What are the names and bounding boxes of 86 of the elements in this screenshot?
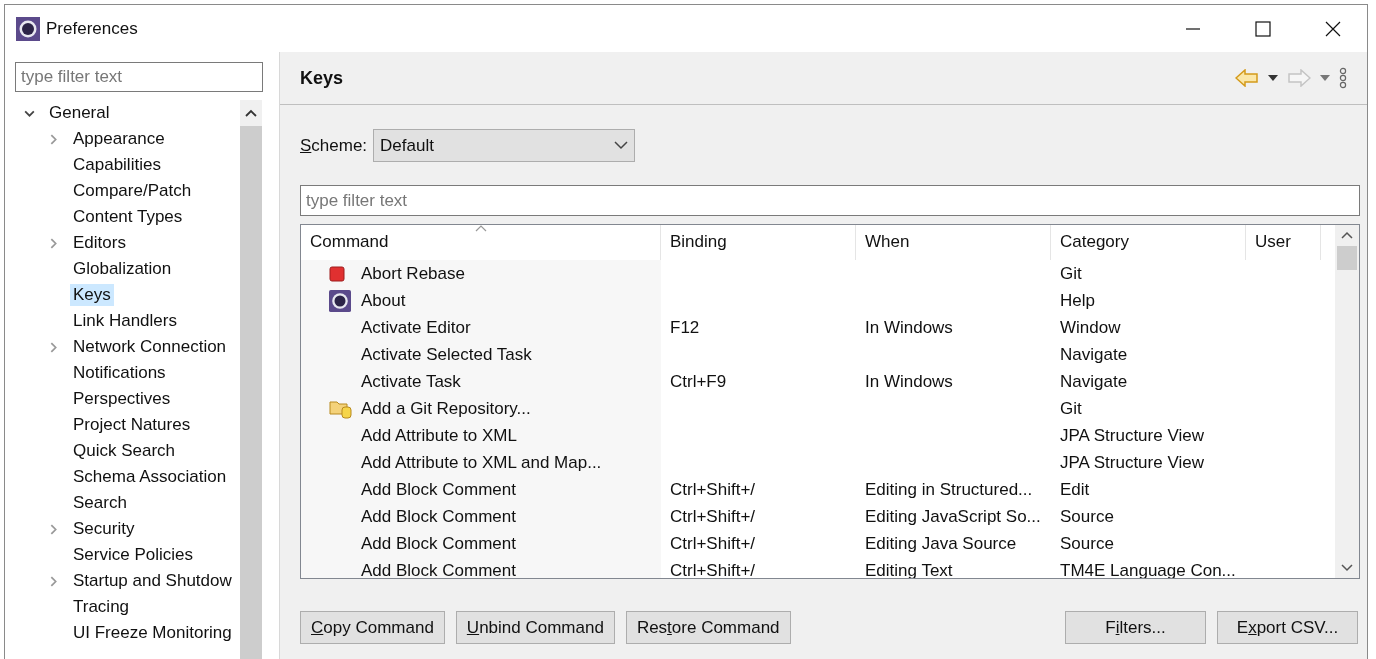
tree-item[interactable]: Project Natures bbox=[70, 414, 194, 436]
command-button[interactable]: Restore Command bbox=[625, 611, 791, 644]
scrollbar[interactable] bbox=[1335, 225, 1359, 578]
filter-field[interactable]: type filter text bbox=[300, 185, 1360, 216]
table-cell: JPA Structure View bbox=[1060, 452, 1204, 473]
table-cell: Add a Git Repository... bbox=[361, 398, 531, 419]
table-cell: Ctrl+Shift+/ bbox=[670, 533, 756, 554]
column-header[interactable]: User bbox=[1246, 225, 1321, 260]
tree-item[interactable]: Link Handlers bbox=[70, 310, 180, 332]
tree-item[interactable]: Network Connection bbox=[70, 336, 230, 358]
scroll-thumb[interactable] bbox=[1337, 246, 1357, 270]
tree-item[interactable]: General bbox=[46, 102, 113, 124]
table-cell: Ctrl+F9 bbox=[670, 371, 727, 392]
table-cell: Add Block Comment bbox=[361, 479, 516, 500]
maximize-icon[interactable] bbox=[1255, 20, 1271, 37]
tree-item[interactable]: UI Freeze Monitoring bbox=[70, 622, 235, 644]
command-button[interactable]: Unbind Command bbox=[455, 611, 615, 644]
tree-item[interactable]: Editors bbox=[70, 232, 129, 254]
stop-icon bbox=[329, 265, 345, 282]
tree-item[interactable]: Search bbox=[70, 492, 130, 514]
table-cell: Edit bbox=[1060, 479, 1090, 500]
command-button[interactable]: Copy Command bbox=[300, 611, 445, 644]
table-cell: Editing in Structured... bbox=[865, 479, 1033, 500]
table-cell: Ctrl+Shift+/ bbox=[670, 479, 756, 500]
table-cell: Source bbox=[1060, 533, 1114, 554]
table-cell: F12 bbox=[670, 317, 700, 338]
tree-item[interactable]: Schema Association bbox=[70, 466, 230, 488]
table-cell: JPA Structure View bbox=[1060, 425, 1204, 446]
tree-item[interactable]: Compare/Patch bbox=[70, 180, 195, 202]
dropdown-caret-icon[interactable] bbox=[1267, 74, 1279, 82]
table-cell: Source bbox=[1060, 506, 1114, 527]
scroll-up-icon[interactable] bbox=[240, 100, 262, 126]
app-icon bbox=[16, 16, 40, 41]
table-cell: About bbox=[361, 290, 406, 311]
table-cell: Window bbox=[1060, 317, 1121, 338]
table-cell: Ctrl+Shift+/ bbox=[670, 506, 756, 527]
table-cell: In Windows bbox=[865, 317, 953, 338]
tree-item[interactable]: Notifications bbox=[70, 362, 169, 384]
table-cell: Editing JavaScript So... bbox=[865, 506, 1041, 527]
tree-item[interactable]: Content Types bbox=[70, 206, 186, 228]
tree-item[interactable]: Startup and Shutdow bbox=[70, 570, 235, 592]
tree-item[interactable]: Tracing bbox=[70, 596, 133, 618]
action-button[interactable]: Export CSV... bbox=[1217, 611, 1358, 644]
close-icon[interactable] bbox=[1325, 20, 1341, 37]
table-cell: Editing Java Source bbox=[865, 533, 1017, 554]
tree-item[interactable]: Capabilities bbox=[70, 154, 164, 176]
table-cell: Add Attribute to XML and Map... bbox=[361, 452, 602, 473]
back-arrow-icon[interactable] bbox=[1235, 69, 1259, 87]
table-cell: Activate Editor bbox=[361, 317, 471, 338]
table-cell: Add Attribute to XML bbox=[361, 425, 517, 446]
action-button[interactable]: Filters... bbox=[1065, 611, 1206, 644]
table-cell: Git bbox=[1060, 398, 1082, 419]
app-icon bbox=[329, 289, 351, 312]
scheme-dropdown[interactable]: Default bbox=[373, 129, 636, 162]
tree-item[interactable]: Security bbox=[70, 518, 138, 540]
view-menu-icon[interactable] bbox=[1339, 67, 1347, 89]
window-title: Preferences bbox=[46, 18, 138, 39]
scroll-down-icon[interactable] bbox=[1341, 564, 1353, 572]
scheme-label: Scheme: bbox=[300, 135, 368, 156]
scroll-up-icon[interactable] bbox=[1341, 231, 1353, 239]
table-cell: Activate Selected Task bbox=[361, 344, 532, 365]
table-cell: Add Block Comment bbox=[361, 533, 516, 554]
table-cell: In Windows bbox=[865, 371, 953, 392]
table-cell: Help bbox=[1060, 290, 1095, 311]
table-cell: Git bbox=[1060, 263, 1082, 284]
column-header[interactable]: Binding bbox=[661, 225, 856, 260]
table-cell: Ctrl+Shift+/ bbox=[670, 560, 756, 578]
table-cell: Navigate bbox=[1060, 344, 1128, 365]
table-cell: Add Block Comment bbox=[361, 506, 516, 527]
table-cell: Navigate bbox=[1060, 371, 1128, 392]
tree-item[interactable]: Globalization bbox=[70, 258, 175, 280]
folder-icon bbox=[329, 398, 353, 419]
page-title: Keys bbox=[300, 67, 344, 89]
scrollbar[interactable] bbox=[240, 100, 262, 659]
column-header[interactable]: Category bbox=[1051, 225, 1246, 260]
table-cell: Activate Task bbox=[361, 371, 461, 392]
tree-item[interactable]: Perspectives bbox=[70, 388, 174, 410]
tree-item[interactable]: Quick Search bbox=[70, 440, 179, 462]
tree-item[interactable]: Keys bbox=[70, 284, 114, 306]
table-cell: Abort Rebase bbox=[361, 263, 465, 284]
column-header[interactable]: When bbox=[856, 225, 1051, 260]
table-cell: Add Block Comment bbox=[361, 560, 516, 578]
dropdown-chevron-icon bbox=[614, 141, 629, 150]
tree-item[interactable]: Appearance bbox=[70, 128, 168, 150]
filter-field[interactable]: type filter text bbox=[15, 62, 263, 92]
tree-item[interactable]: Service Policies bbox=[70, 544, 196, 566]
